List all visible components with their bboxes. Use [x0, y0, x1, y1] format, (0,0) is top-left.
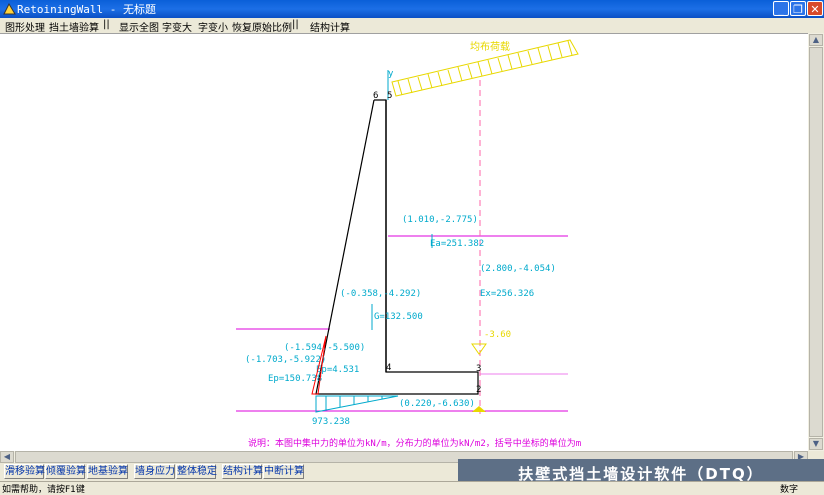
- ep2-value-label: Ep=4.531: [316, 365, 359, 375]
- ep-value-label: Ep=150.738: [268, 374, 322, 384]
- surcharge-label: 均布荷载: [470, 41, 510, 53]
- menu-font-bigger[interactable]: 字变大: [162, 19, 192, 34]
- point-label: 6: [373, 91, 378, 101]
- arrow-up-icon: ▲: [812, 35, 820, 44]
- interrupt-calc-button[interactable]: 中断计算: [263, 464, 304, 479]
- g-value-label: G=132.500: [374, 312, 423, 322]
- y-axis-label: y: [388, 69, 394, 79]
- base-pressure-diagram: [315, 395, 399, 413]
- menu-font-smaller[interactable]: 字变小: [198, 19, 228, 34]
- window-title: RetoiningWall - 无标题: [17, 3, 156, 16]
- menu-bar: 图形处理 挡土墙验算 || 显示全图 字变大 字变小 恢复原始比例 || 结构计…: [0, 18, 824, 34]
- status-help-text: 如需帮助，请按F1键: [2, 485, 85, 495]
- point-label: 3: [476, 364, 481, 374]
- point-label: 5: [387, 91, 392, 101]
- units-note: 说明：本图中集中力的单位为kN/m，分布力的单位为kN/m2，括号中坐标的单位为…: [248, 437, 581, 449]
- structure-calc-button[interactable]: 结构计算: [222, 464, 263, 479]
- title-bar: RetoiningWall - 无标题 _ ❐ ✕: [0, 0, 824, 18]
- app-icon: [3, 2, 16, 15]
- ex-value-label: Ex=256.326: [480, 289, 534, 299]
- minimize-button[interactable]: _: [773, 1, 789, 16]
- close-button[interactable]: ✕: [807, 1, 823, 16]
- menu-show-all[interactable]: 显示全图: [119, 19, 159, 34]
- scroll-up-button[interactable]: ▲: [809, 34, 823, 46]
- menu-separator: ||: [292, 19, 299, 30]
- base-value-label: 973.238: [312, 417, 350, 427]
- base-pressure-hatch: [325, 396, 383, 410]
- arrow-down-icon: ▼: [812, 439, 820, 448]
- sliding-check-button[interactable]: 滑移验算: [4, 464, 45, 479]
- point-label: 2: [476, 385, 481, 395]
- overall-stability-button[interactable]: 整体稳定: [176, 464, 217, 479]
- status-numlock: 数字: [780, 485, 799, 495]
- water-level-label: -3.60: [484, 330, 511, 340]
- point-label: 4: [386, 363, 391, 373]
- ea-value-label: Ea=251.382: [430, 239, 484, 249]
- menu-graphics[interactable]: 图形处理: [5, 19, 45, 34]
- scroll-down-button[interactable]: ▼: [809, 438, 823, 450]
- menu-wall-check[interactable]: 挡土墙验算: [49, 19, 99, 34]
- scroll-left-button[interactable]: ◀: [0, 451, 14, 463]
- vertical-scroll-thumb[interactable]: [809, 47, 823, 437]
- ea-coord-label: (1.010,-2.775): [402, 215, 478, 225]
- menu-separator: ||: [103, 19, 110, 30]
- foundation-check-button[interactable]: 地基验算: [87, 464, 128, 479]
- maximize-button[interactable]: ❐: [790, 1, 806, 16]
- maximize-icon: ❐: [793, 3, 803, 16]
- menu-structure-calc[interactable]: 结构计算: [310, 19, 350, 34]
- wall-stress-button[interactable]: 墙身应力: [134, 464, 175, 479]
- retaining-wall-drawing: 均布荷载 y 2 3 4 5 6 (1.010,-2.775) Ea=251.3…: [236, 39, 581, 449]
- arrow-left-icon: ◀: [3, 452, 11, 461]
- drawing-canvas[interactable]: 均布荷载 y 2 3 4 5 6 (1.010,-2.775) Ea=251.3…: [0, 33, 808, 452]
- base-coord-label: (0.220,-6.630): [399, 399, 475, 409]
- minimize-icon: _: [778, 3, 784, 16]
- vertical-scrollbar[interactable]: ▲ ▼: [808, 33, 824, 451]
- water-level-icon: [471, 343, 487, 355]
- ep-coord2-label: (-1.703,-5.922): [245, 355, 326, 365]
- overturning-check-button[interactable]: 倾覆验算: [45, 464, 86, 479]
- status-bar: 如需帮助，请按F1键 数字: [0, 481, 824, 495]
- g-coord-label: (-0.358,-4.292): [340, 289, 421, 299]
- close-icon: ✕: [810, 3, 820, 16]
- menu-reset-scale[interactable]: 恢复原始比例: [232, 19, 292, 34]
- ex-coord-label: (2.800,-4.054): [480, 264, 556, 274]
